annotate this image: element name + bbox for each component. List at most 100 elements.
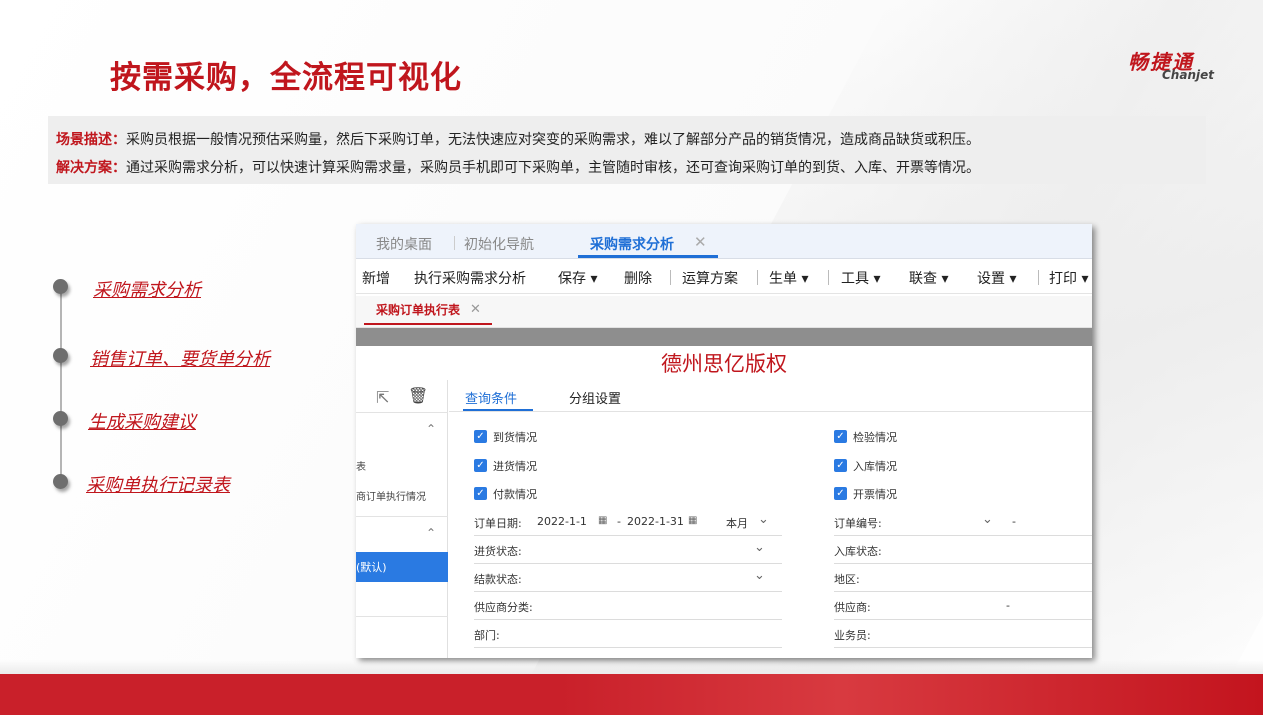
panel-divider (356, 516, 448, 517)
calc-plan-button[interactable]: 运算方案 (682, 268, 738, 288)
order-no-separator: - (1012, 515, 1016, 528)
stock-status-field[interactable]: 入库状态: (834, 536, 1092, 564)
salesman-label: 业务员: (834, 629, 871, 642)
timeline-link[interactable]: 采购单执行记录表 (86, 471, 230, 497)
generate-order-button[interactable]: 生单 ▾ (769, 268, 808, 288)
app-screenshot: 我的桌面 初始化导航 采购需求分析 ✕ 新增 执行采购需求分析 保存 ▾ 删除 … (356, 224, 1092, 658)
filter-tab-bar: 查询条件 分组设置 (449, 380, 1092, 412)
period-select[interactable]: 本月 (726, 515, 748, 531)
tab-my-desktop[interactable]: 我的桌面 (376, 234, 432, 254)
chevron-down-icon[interactable]: ⌄ (754, 540, 765, 555)
panel-divider (356, 616, 448, 617)
timeline-dot (53, 279, 68, 294)
checkbox-label: 到货情况 (493, 431, 537, 444)
toolbar-divider (670, 270, 671, 285)
timeline-link[interactable]: 采购需求分析 (93, 276, 201, 302)
check-icon: ✓ (834, 487, 847, 500)
chevron-down-icon[interactable]: ⌄ (754, 568, 765, 583)
tab-purchase-demand[interactable]: 采购需求分析 (590, 234, 674, 254)
arrival-status-field[interactable]: 进货状态: ⌄ (474, 536, 782, 564)
print-button[interactable]: 打印 ▾ (1049, 268, 1088, 288)
region-field[interactable]: 地区: (834, 564, 1092, 592)
scene-line: 场景描述：采购员根据一般情况预估采购量，然后下采购订单，无法快速应对突变的采购需… (56, 126, 1206, 154)
solution-label: 解决方案： (56, 160, 126, 176)
supplier-separator: - (1006, 599, 1010, 612)
toolbar-divider (1038, 270, 1039, 285)
salesman-field[interactable]: 业务员: (834, 620, 1092, 648)
supplier-field[interactable]: 供应商: - (834, 592, 1092, 620)
tab-divider (454, 236, 455, 250)
chevron-up-icon[interactable]: ⌃ (426, 422, 436, 436)
scheme-panel: ⇱ 🗑 ⌃ 表 商订单执行情况 ⌃ (默认) (356, 380, 448, 658)
open-external-icon[interactable]: ⇱ (376, 388, 389, 407)
order-no-label: 订单编号: (834, 517, 882, 530)
supplier-label: 供应商: (834, 601, 871, 614)
active-tab-underline (578, 255, 718, 258)
timeline-link[interactable]: 销售订单、要货单分析 (90, 345, 270, 371)
brand-logo: 畅捷通 Chanjet (1126, 46, 1236, 86)
app-toolbar: 新增 执行采购需求分析 保存 ▾ 删除 运算方案 生单 ▾ 工具 ▾ 联查 ▾ … (356, 260, 1092, 294)
supplier-class-label: 供应商分类: (474, 601, 533, 614)
date-to-input[interactable]: 2022-1-31 (627, 515, 684, 528)
chevron-down-icon[interactable]: ⌄ (982, 512, 993, 527)
check-icon: ✓ (834, 459, 847, 472)
scheme-item-selected[interactable]: (默认) (356, 552, 448, 582)
tools-button[interactable]: 工具 ▾ (841, 268, 880, 288)
region-label: 地区: (834, 573, 860, 586)
description-box: 场景描述：采购员根据一般情况预估采购量，然后下采购订单，无法快速应对突变的采购需… (48, 116, 1206, 184)
timeline-line (60, 282, 62, 482)
calendar-icon[interactable]: ▦ (688, 515, 697, 526)
tab-query-conditions[interactable]: 查询条件 (465, 388, 517, 407)
department-field[interactable]: 部门: (474, 620, 782, 648)
scheme-item[interactable]: 商订单执行情况 (356, 488, 426, 503)
department-label: 部门: (474, 629, 500, 642)
scheme-item-selected-label: (默认) (356, 561, 387, 574)
calendar-icon[interactable]: ▦ (598, 515, 607, 526)
tab-group-settings[interactable]: 分组设置 (569, 388, 621, 407)
panel-divider (356, 412, 448, 413)
solution-text: 通过采购需求分析，可以快速计算采购需求量，采购员手机即可下采购单，主管随时审核，… (126, 160, 980, 176)
run-analysis-button[interactable]: 执行采购需求分析 (414, 268, 526, 288)
chevron-up-icon[interactable]: ⌃ (426, 526, 436, 540)
checkbox-label: 检验情况 (853, 431, 897, 444)
supplier-class-field[interactable]: 供应商分类: (474, 592, 782, 620)
order-date-label: 订单日期: (474, 517, 522, 530)
toolbar-divider (828, 270, 829, 285)
tab-order-execution[interactable]: 采购订单执行表 ✕ (364, 299, 492, 325)
arrival-status-label: 进货状态: (474, 545, 522, 558)
check-icon: ✓ (474, 487, 487, 500)
timeline-dot (53, 348, 68, 363)
report-header-bar (356, 328, 1092, 346)
trash-icon[interactable]: 🗑 (408, 386, 428, 405)
tab-init-nav[interactable]: 初始化导航 (464, 234, 534, 254)
settings-button[interactable]: 设置 ▾ (977, 268, 1016, 288)
save-button[interactable]: 保存 ▾ (558, 268, 597, 288)
stock-status-label: 入库状态: (834, 545, 882, 558)
scheme-item[interactable]: 表 (356, 458, 366, 473)
active-filter-tab-underline (463, 409, 533, 411)
close-icon[interactable]: ✕ (470, 302, 481, 317)
footer-band-highlight (560, 674, 1263, 715)
new-button[interactable]: 新增 (362, 268, 390, 288)
scene-label: 场景描述： (56, 132, 126, 148)
solution-line: 解决方案：通过采购需求分析，可以快速计算采购需求量，采购员手机即可下采购单，主管… (56, 154, 1206, 182)
settle-status-field[interactable]: 结款状态: ⌄ (474, 564, 782, 592)
process-timeline: 采购需求分析 销售订单、要货单分析 生成采购建议 采购单执行记录表 (50, 270, 350, 496)
order-no-field[interactable]: 订单编号: ⌄ - (834, 508, 1092, 536)
tab-close-icon[interactable]: ✕ (694, 233, 707, 251)
timeline-link[interactable]: 生成采购建议 (88, 408, 196, 434)
footer-fade (0, 660, 1263, 674)
settle-status-label: 结款状态: (474, 573, 522, 586)
slide-title: 按需采购，全流程可视化 (110, 60, 462, 96)
link-query-button[interactable]: 联查 ▾ (909, 268, 948, 288)
chevron-down-icon[interactable]: ⌄ (758, 512, 769, 527)
checkbox-label: 付款情况 (493, 488, 537, 501)
brand-logo-en: Chanjet (1162, 68, 1214, 82)
toolbar-divider (757, 270, 758, 285)
delete-button[interactable]: 删除 (624, 268, 652, 288)
order-date-field[interactable]: 订单日期: 2022-1-1 ▦ - 2022-1-31 ▦ 本月 ⌄ (474, 508, 782, 536)
checkbox-label: 入库情况 (853, 460, 897, 473)
check-icon: ✓ (474, 459, 487, 472)
timeline-dot (53, 411, 68, 426)
date-from-input[interactable]: 2022-1-1 (537, 515, 587, 528)
